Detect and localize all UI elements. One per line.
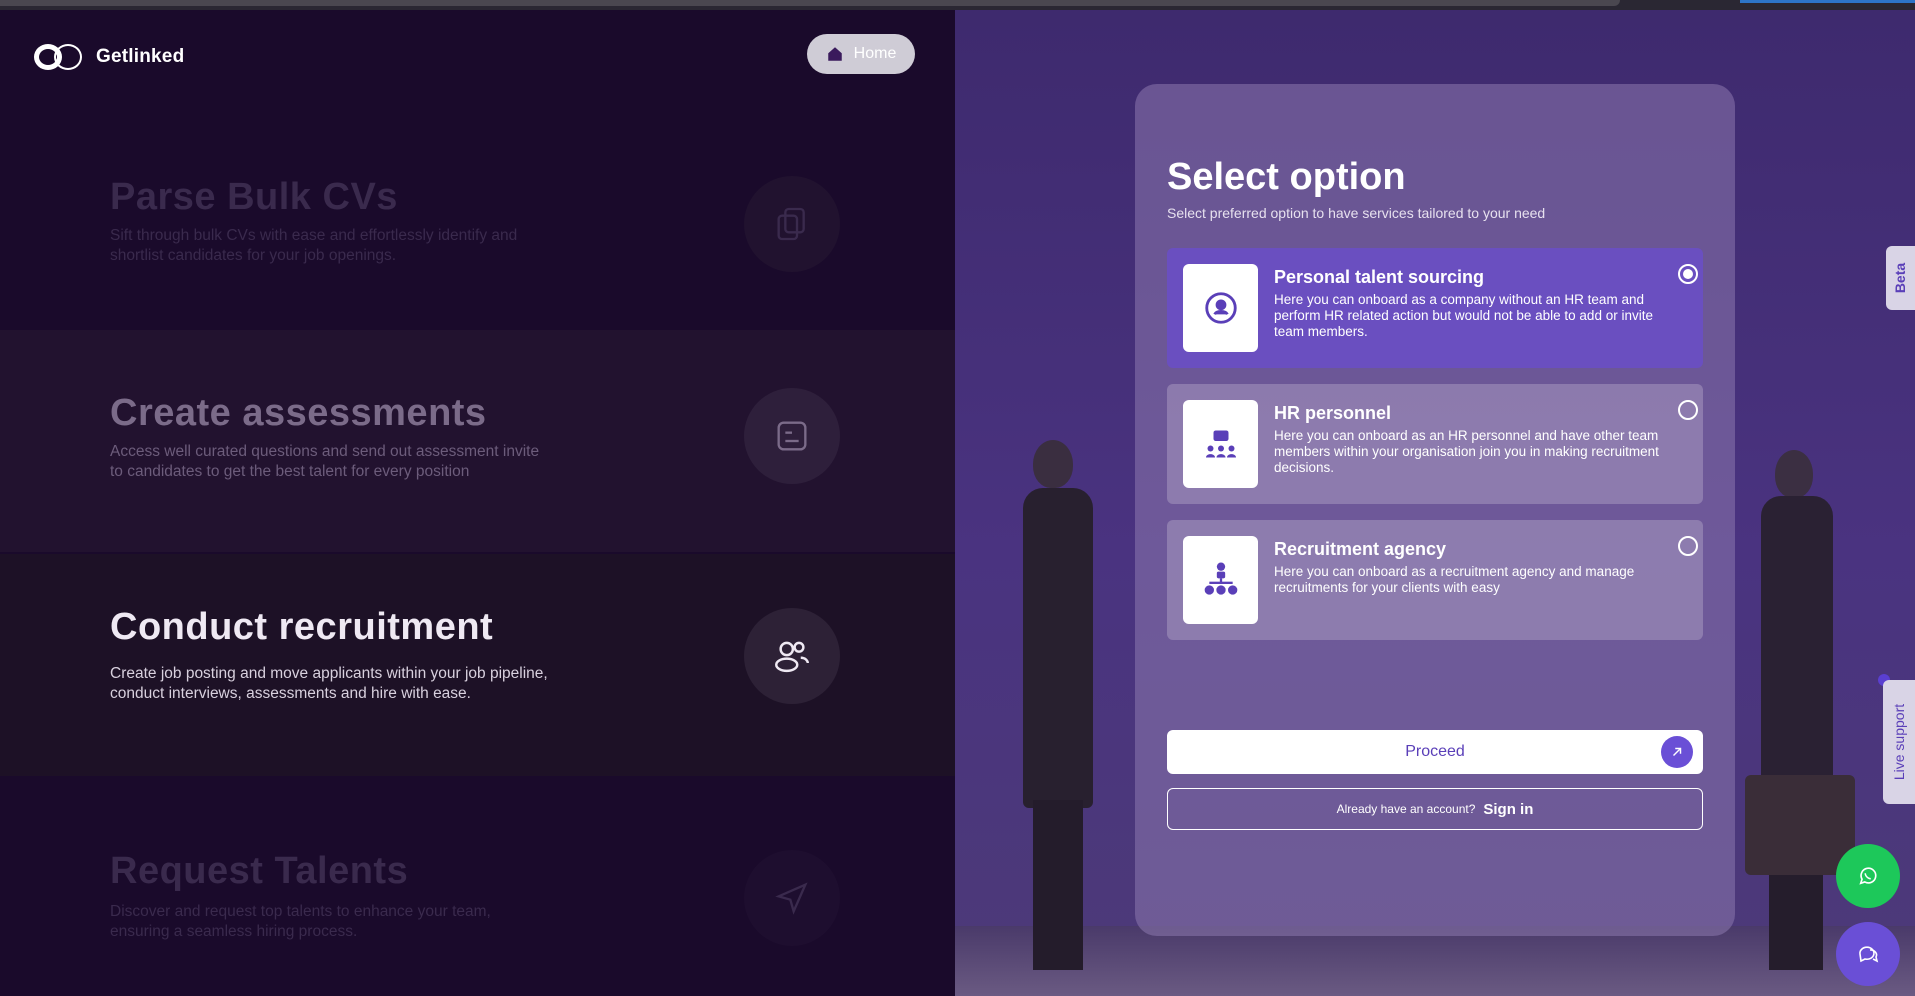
feature-create-assessments: Create assessments Access well curated q…: [0, 330, 955, 552]
option-radio[interactable]: [1678, 264, 1698, 284]
feature-title: Parse Bulk CVs: [110, 176, 398, 218]
proceed-label: Proceed: [1405, 743, 1465, 760]
send-icon: [744, 850, 840, 946]
beta-tab[interactable]: Beta: [1886, 246, 1915, 310]
feature-title: Create assessments: [110, 392, 487, 434]
signin-question: Already have an account?: [1336, 802, 1476, 816]
option-desc: Here you can onboard as a company withou…: [1274, 292, 1653, 339]
option-personal-talent-sourcing[interactable]: Personal talent sourcing Here you can on…: [1167, 248, 1703, 368]
option-desc: Here you can onboard as an HR personnel …: [1274, 428, 1659, 475]
option-title: Personal talent sourcing: [1274, 267, 1485, 287]
chat-button[interactable]: [1836, 922, 1900, 986]
proceed-button[interactable]: Proceed: [1167, 730, 1703, 774]
beta-label: Beta: [1892, 262, 1909, 294]
option-radio[interactable]: [1678, 400, 1698, 420]
org-chart-icon: [1183, 536, 1258, 624]
home-icon: [827, 47, 842, 61]
background-person: [1775, 450, 1813, 498]
option-recruitment-agency[interactable]: Recruitment agency Here you can onboard …: [1167, 520, 1703, 640]
header: Getlinked Home: [0, 10, 955, 106]
logo-icon: [34, 43, 82, 71]
left-panel: Getlinked Home Parse Bulk CVs Sift throu…: [0, 10, 955, 996]
whatsapp-icon: [1859, 867, 1877, 885]
background-person: [1761, 496, 1833, 796]
background-person: [1033, 800, 1083, 970]
home-label: Home: [853, 45, 897, 62]
option-radio[interactable]: [1678, 536, 1698, 556]
feature-title: Request Talents: [110, 850, 409, 892]
signin-link[interactable]: Sign in: [1483, 801, 1533, 818]
feature-request-talents: Request Talents Discover and request top…: [0, 778, 955, 996]
target-user-icon: [1183, 264, 1258, 352]
feature-desc: Discover and request top talents to enha…: [110, 903, 491, 940]
documents-icon: [744, 176, 840, 272]
signin-box: Already have an account? Sign in: [1167, 788, 1703, 830]
background-person: [1023, 488, 1093, 808]
live-support-tab[interactable]: Live support: [1883, 680, 1915, 804]
home-button[interactable]: Home: [807, 34, 915, 74]
feature-parse-bulk-cvs: Parse Bulk CVs Sift through bulk CVs wit…: [0, 96, 955, 318]
loading-bar: [1740, 0, 1915, 3]
live-support-label: Live support: [1891, 703, 1907, 781]
feature-conduct-recruitment: Conduct recruitment Create job posting a…: [0, 554, 955, 776]
arrow-up-right-icon: [1661, 736, 1693, 768]
team-board-icon: [1183, 400, 1258, 488]
logo[interactable]: Getlinked: [34, 43, 184, 71]
select-option-card: Select option Select preferred option to…: [1135, 84, 1735, 936]
briefcase-image: [1745, 775, 1855, 875]
background-person: [1033, 440, 1073, 488]
browser-top-strip: [0, 0, 1915, 10]
chat-bubbles-icon: [1859, 946, 1879, 963]
option-hr-personnel[interactable]: HR personnel Here you can onboard as an …: [1167, 384, 1703, 504]
option-title: Recruitment agency: [1274, 539, 1447, 559]
right-panel: Select option Select preferred option to…: [955, 10, 1915, 996]
brand-name: Getlinked: [96, 46, 185, 67]
page-title: Select option: [1167, 156, 1406, 198]
option-title: HR personnel: [1274, 403, 1392, 423]
option-desc: Here you can onboard as a recruitment ag…: [1274, 564, 1635, 595]
assessment-icon: [744, 388, 840, 484]
feature-desc: Sift through bulk CVs with ease and effo…: [110, 227, 518, 264]
whatsapp-button[interactable]: [1836, 844, 1900, 908]
feature-desc: Access well curated questions and send o…: [110, 443, 540, 480]
users-icon: [744, 608, 840, 704]
feature-title: Conduct recruitment: [110, 606, 494, 648]
page-subtitle: Select preferred option to have services…: [1167, 205, 1546, 221]
feature-desc: Create job posting and move applicants w…: [110, 665, 548, 702]
scroll-track: [0, 0, 1620, 6]
